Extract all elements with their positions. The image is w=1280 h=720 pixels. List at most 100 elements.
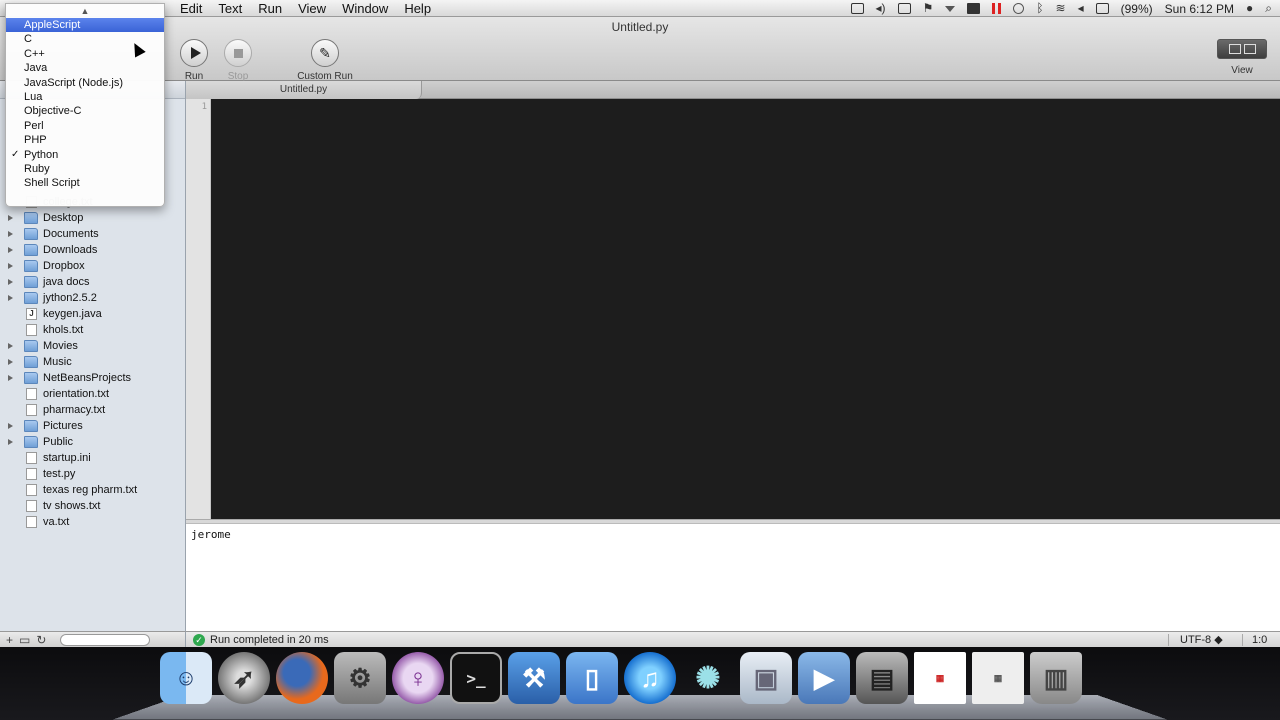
folder-icon[interactable]: [967, 3, 981, 14]
battery-icon[interactable]: [1095, 3, 1109, 14]
language-menu-item-label: JavaScript (Node.js): [24, 76, 124, 89]
language-menu-item[interactable]: AppleScript: [6, 18, 164, 33]
menu-view[interactable]: View: [290, 0, 334, 17]
disclosure-triangle-icon[interactable]: [8, 343, 13, 349]
folder-icon: [24, 244, 38, 256]
file-tree-item[interactable]: Desktop: [0, 210, 185, 226]
menu-edit[interactable]: Edit: [172, 0, 210, 17]
file-tree-item[interactable]: Pictures: [0, 418, 185, 434]
encoding-selector[interactable]: UTF-8 ◆: [1180, 632, 1223, 648]
user-icon[interactable]: ●: [1246, 0, 1253, 17]
file-tree-item[interactable]: khols.txt: [0, 322, 185, 338]
document-thumbnail-icon[interactable]: ▦: [914, 652, 966, 704]
preview-icon[interactable]: ▶: [798, 652, 850, 704]
octopus-app-icon[interactable]: ✺: [682, 652, 734, 704]
file-tree-item[interactable]: tv shows.txt: [0, 498, 185, 514]
firefox-icon[interactable]: [276, 652, 328, 704]
file-tree-item[interactable]: NetBeansProjects: [0, 370, 185, 386]
terminal-icon[interactable]: >_: [450, 652, 502, 704]
time-machine-icon[interactable]: [1013, 3, 1025, 14]
document-thumbnail-icon[interactable]: ▦: [972, 652, 1024, 704]
file-tree-item[interactable]: test.py: [0, 466, 185, 482]
language-menu-item[interactable]: JavaScript (Node.js): [6, 76, 164, 90]
file-tree-item[interactable]: texas reg pharm.txt: [0, 482, 185, 498]
language-menu-item[interactable]: Ruby: [6, 162, 164, 176]
file-icon: [26, 452, 37, 464]
file-tree-item-label: orientation.txt: [43, 388, 110, 400]
file-tree-item[interactable]: startup.ini: [0, 450, 185, 466]
view-button[interactable]: View: [1216, 39, 1268, 76]
disclosure-triangle-icon[interactable]: [8, 263, 13, 269]
menu-window[interactable]: Window: [334, 0, 396, 17]
code-editor[interactable]: [211, 99, 1280, 519]
clock[interactable]: Sun 6:12 PM: [1165, 2, 1234, 16]
spotlight-icon[interactable]: ⌕: [1265, 0, 1272, 17]
disclosure-triangle-icon[interactable]: [8, 439, 13, 445]
file-tree-item[interactable]: jython2.5.2: [0, 290, 185, 306]
disclosure-triangle-icon[interactable]: [8, 247, 13, 253]
file-tree-item-label: keygen.java: [43, 308, 102, 320]
disclosure-triangle-icon[interactable]: [8, 375, 13, 381]
file-tree-item[interactable]: Downloads: [0, 242, 185, 258]
language-menu-item[interactable]: Java: [6, 61, 164, 75]
wifi-icon[interactable]: ≋: [1056, 0, 1066, 17]
folder-icon[interactable]: ▭: [19, 633, 30, 647]
flag-icon[interactable]: ⚑: [923, 0, 934, 17]
disclosure-triangle-icon[interactable]: [8, 215, 13, 221]
output-console[interactable]: jerome: [186, 524, 1280, 631]
venus-app-icon[interactable]: ♀: [392, 652, 444, 704]
file-tree-item[interactable]: Documents: [0, 226, 185, 242]
system-preferences-icon[interactable]: ⚙: [334, 652, 386, 704]
menu-help[interactable]: Help: [396, 0, 439, 17]
disclosure-triangle-icon[interactable]: [8, 423, 13, 429]
dropdown-icon[interactable]: [945, 5, 956, 12]
speaker-icon[interactable]: ◂: [1078, 0, 1084, 17]
launchpad-icon[interactable]: ➶: [218, 652, 270, 704]
screen-record-icon[interactable]: [850, 3, 864, 14]
language-menu-item[interactable]: PHP: [6, 133, 164, 147]
itunes-icon[interactable]: ♫: [624, 652, 676, 704]
file-tree-item[interactable]: pharmacy.txt: [0, 402, 185, 418]
menu-text[interactable]: Text: [210, 0, 250, 17]
disclosure-triangle-icon[interactable]: [8, 295, 13, 301]
tab-untitled-py[interactable]: Untitled.py: [186, 81, 422, 99]
language-menu-item[interactable]: Shell Script: [6, 176, 164, 190]
disclosure-triangle-icon[interactable]: [8, 359, 13, 365]
file-tree-item[interactable]: orientation.txt: [0, 386, 185, 402]
finder-icon[interactable]: ☺: [160, 652, 212, 704]
menu-run[interactable]: Run: [250, 0, 290, 17]
file-tree-item[interactable]: Dropbox: [0, 258, 185, 274]
file-tree-item[interactable]: Music: [0, 354, 185, 370]
add-icon[interactable]: +: [6, 633, 13, 647]
scroll-up-arrow-icon[interactable]: ▲: [6, 4, 164, 18]
refresh-icon[interactable]: ↻: [36, 633, 46, 647]
stop-button[interactable]: Stop: [208, 39, 268, 82]
xcode-icon[interactable]: ⚒: [508, 652, 560, 704]
pause-icon[interactable]: [992, 3, 1002, 14]
file-tree-item[interactable]: Public: [0, 434, 185, 450]
sidebar-filter-field[interactable]: [60, 633, 151, 646]
file-tree-item[interactable]: Movies: [0, 338, 185, 354]
disclosure-triangle-icon[interactable]: [8, 279, 13, 285]
language-menu-item[interactable]: Perl: [6, 119, 164, 133]
bluetooth-icon[interactable]: ᛒ: [1036, 0, 1043, 17]
folder-icon: [24, 356, 38, 368]
file-tree-item[interactable]: va.txt: [0, 514, 185, 530]
cube-app-icon[interactable]: ▣: [740, 652, 792, 704]
line-number: 1: [201, 102, 207, 112]
file-tree-item[interactable]: Jkeygen.java: [0, 306, 185, 322]
disclosure-triangle-icon[interactable]: [8, 231, 13, 237]
custom-run-button[interactable]: ✎ Custom Run: [295, 39, 355, 82]
folder-icon: [24, 212, 38, 224]
movie-app-icon[interactable]: ▤: [856, 652, 908, 704]
ios-simulator-icon[interactable]: ▯: [566, 652, 618, 704]
language-menu-item[interactable]: ✓ Python: [6, 148, 164, 162]
volume-icon[interactable]: ◂): [876, 0, 886, 17]
folder-icon: [24, 340, 38, 352]
file-tree-item[interactable]: java docs: [0, 274, 185, 290]
clipboard-icon[interactable]: [897, 3, 911, 14]
language-menu-item[interactable]: Lua: [6, 90, 164, 104]
java-file-icon: J: [26, 308, 37, 320]
language-menu-item[interactable]: Objective-C: [6, 104, 164, 118]
trash-icon[interactable]: ▥: [1030, 652, 1082, 704]
